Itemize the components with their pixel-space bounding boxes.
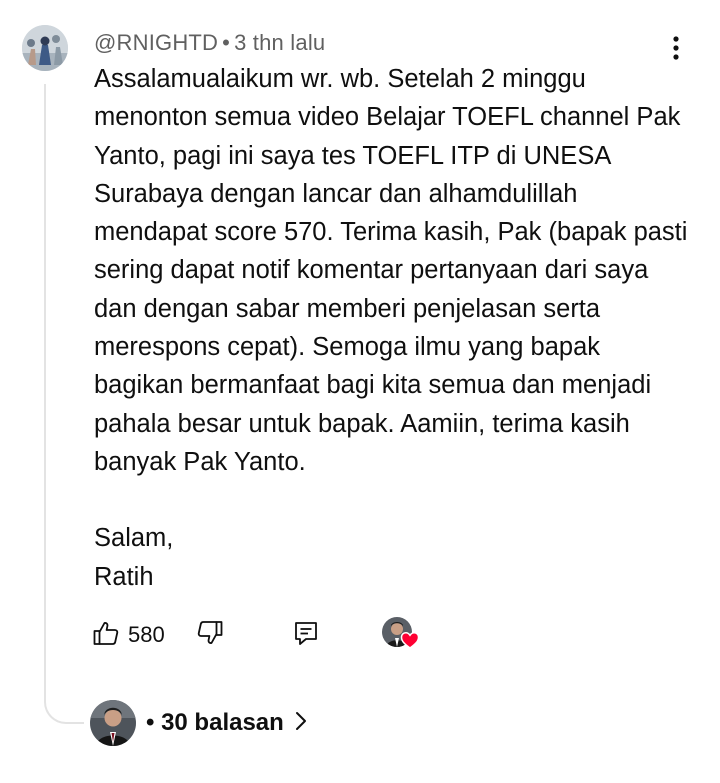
comment-text: Assalamualaikum wr. wb. Setelah 2 minggu… (94, 65, 688, 476)
comment-body: Assalamualaikum wr. wb. Setelah 2 minggu… (94, 60, 694, 596)
view-replies-button[interactable]: • 30 balasan (90, 700, 308, 746)
comment-time: 3 thn lalu (234, 30, 326, 55)
reply-author-avatar (90, 700, 136, 746)
comment-meta: @RNIGHTD • 3 thn lalu (94, 30, 325, 56)
meta-separator: • (222, 30, 231, 55)
author-handle[interactable]: @RNIGHTD (94, 30, 218, 55)
creator-heart-badge (382, 617, 422, 655)
comment-closing: Salam, (94, 524, 174, 553)
reply-button[interactable] (292, 615, 320, 655)
creator-heart-icon (400, 630, 420, 650)
replies-count-label: • 30 balasan (146, 709, 284, 736)
thumbs-down-icon (196, 619, 224, 652)
comment-actions: 580 (0, 615, 720, 655)
more-vert-icon[interactable] (664, 34, 688, 62)
like-button[interactable]: 580 (92, 615, 165, 655)
like-count: 580 (128, 622, 165, 647)
dislike-button[interactable] (196, 615, 224, 655)
commenter-avatar[interactable] (22, 25, 68, 71)
chevron-right-icon (294, 710, 308, 737)
reply-comment-icon (292, 619, 320, 652)
comment-signature: Ratih (94, 562, 154, 591)
thumbs-up-icon (92, 619, 120, 652)
